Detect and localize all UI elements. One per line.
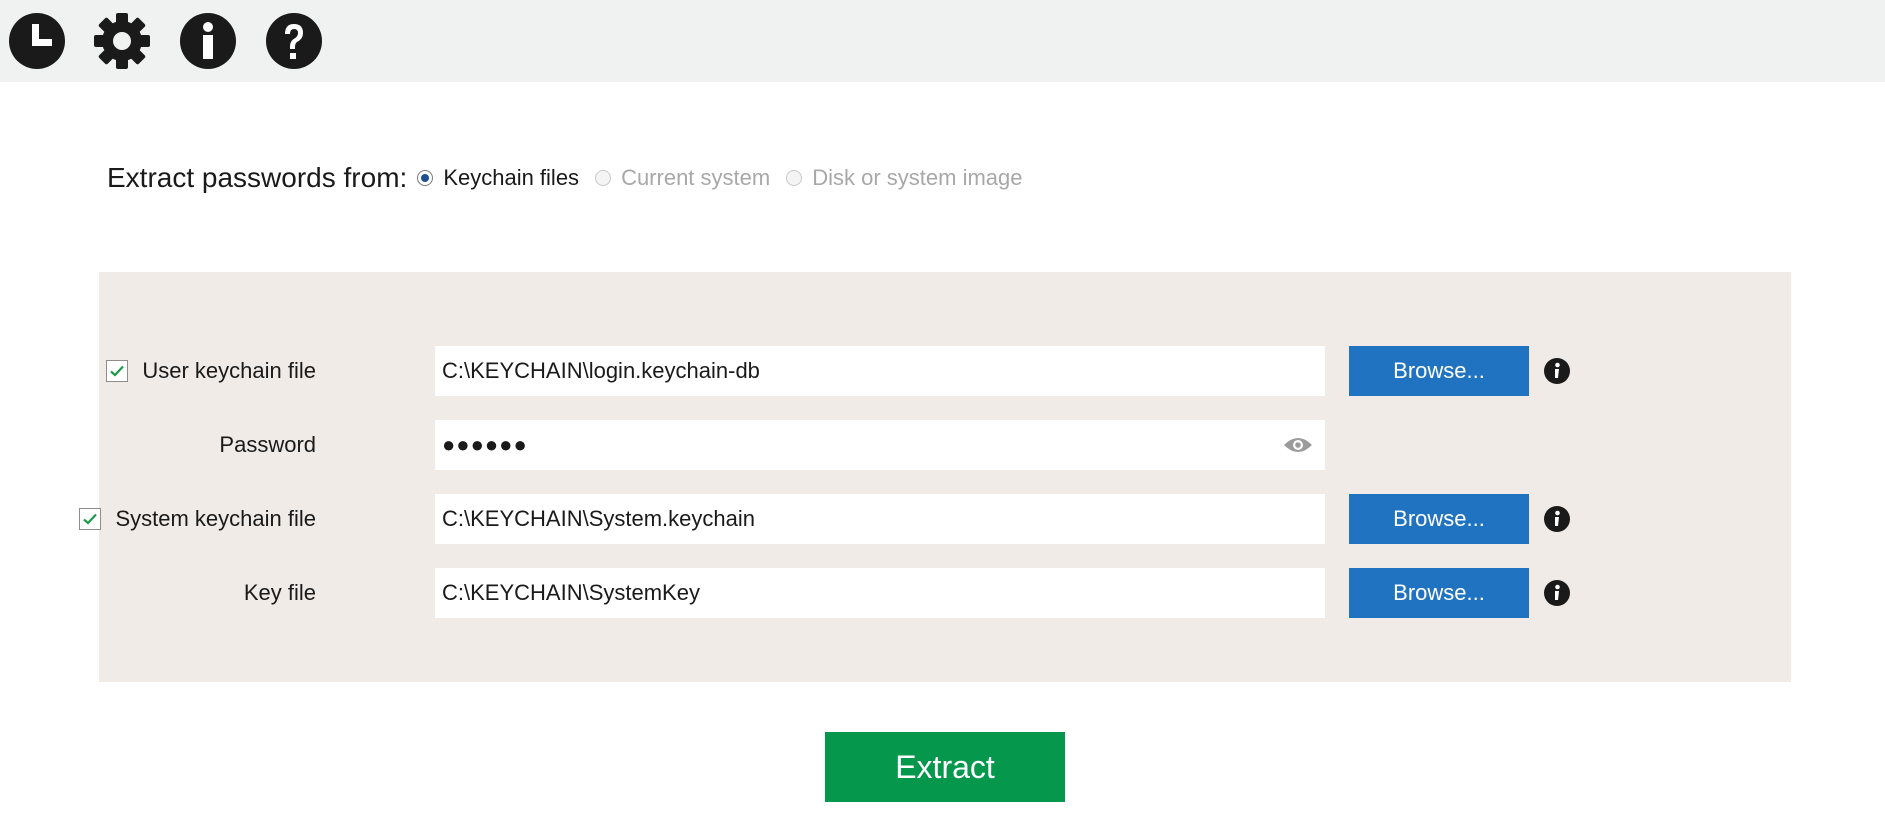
system-keychain-label: System keychain file <box>115 506 316 531</box>
password-input[interactable]: ●●●●●● <box>435 420 1325 470</box>
password-row-label: Password <box>219 420 316 470</box>
check-icon <box>110 365 125 377</box>
radio-disk-image[interactable]: Disk or system image <box>786 165 1023 191</box>
user-keychain-label: User keychain file <box>142 358 316 383</box>
key-file-browse-button[interactable]: Browse... <box>1349 568 1529 618</box>
system-keychain-checkbox[interactable] <box>79 508 102 530</box>
check-icon <box>83 513 98 525</box>
password-label: Password <box>219 432 316 457</box>
user-keychain-row-label: User keychain file <box>106 346 316 396</box>
keychain-files-panel: User keychain file C:\KEYCHAIN\login.key… <box>79 272 1791 682</box>
radio-button[interactable] <box>786 170 803 186</box>
show-password-eye-icon[interactable] <box>1283 435 1313 455</box>
user-keychain-path-input[interactable]: C:\KEYCHAIN\login.keychain-db <box>435 346 1325 396</box>
system-keychain-row-label: System keychain file <box>79 494 316 544</box>
extract-source-label: Extract passwords from: <box>107 162 408 193</box>
system-keychain-browse-button[interactable]: Browse... <box>1349 494 1529 544</box>
radio-label: Keychain files <box>443 165 580 190</box>
radio-keychain-files[interactable]: Keychain files <box>417 165 579 191</box>
info-icon[interactable] <box>180 13 236 69</box>
radio-button[interactable] <box>595 170 612 186</box>
top-toolbar <box>0 0 1885 82</box>
user-keychain-info-icon[interactable] <box>1544 358 1570 384</box>
password-masked-value: ●●●●●● <box>442 432 528 457</box>
radio-current-system[interactable]: Current system <box>595 165 770 191</box>
help-icon[interactable] <box>266 13 322 69</box>
extract-source-group: Extract passwords from: Keychain files C… <box>107 160 1039 196</box>
system-keychain-info-icon[interactable] <box>1544 506 1570 532</box>
user-keychain-checkbox[interactable] <box>106 360 129 382</box>
key-file-label: Key file <box>243 580 316 605</box>
system-keychain-path-input[interactable]: C:\KEYCHAIN\System.keychain <box>435 494 1325 544</box>
history-icon[interactable] <box>9 13 65 69</box>
user-keychain-browse-button[interactable]: Browse... <box>1349 346 1529 396</box>
radio-label: Disk or system image <box>812 165 1023 190</box>
key-file-row-label: Key file <box>244 568 316 618</box>
radio-button[interactable] <box>417 170 434 186</box>
extract-button[interactable]: Extract <box>825 732 1065 802</box>
radio-label: Current system <box>621 165 771 190</box>
key-file-info-icon[interactable] <box>1544 580 1570 606</box>
key-file-path-input[interactable]: C:\KEYCHAIN\SystemKey <box>435 568 1325 618</box>
settings-gear-icon[interactable] <box>94 13 150 69</box>
